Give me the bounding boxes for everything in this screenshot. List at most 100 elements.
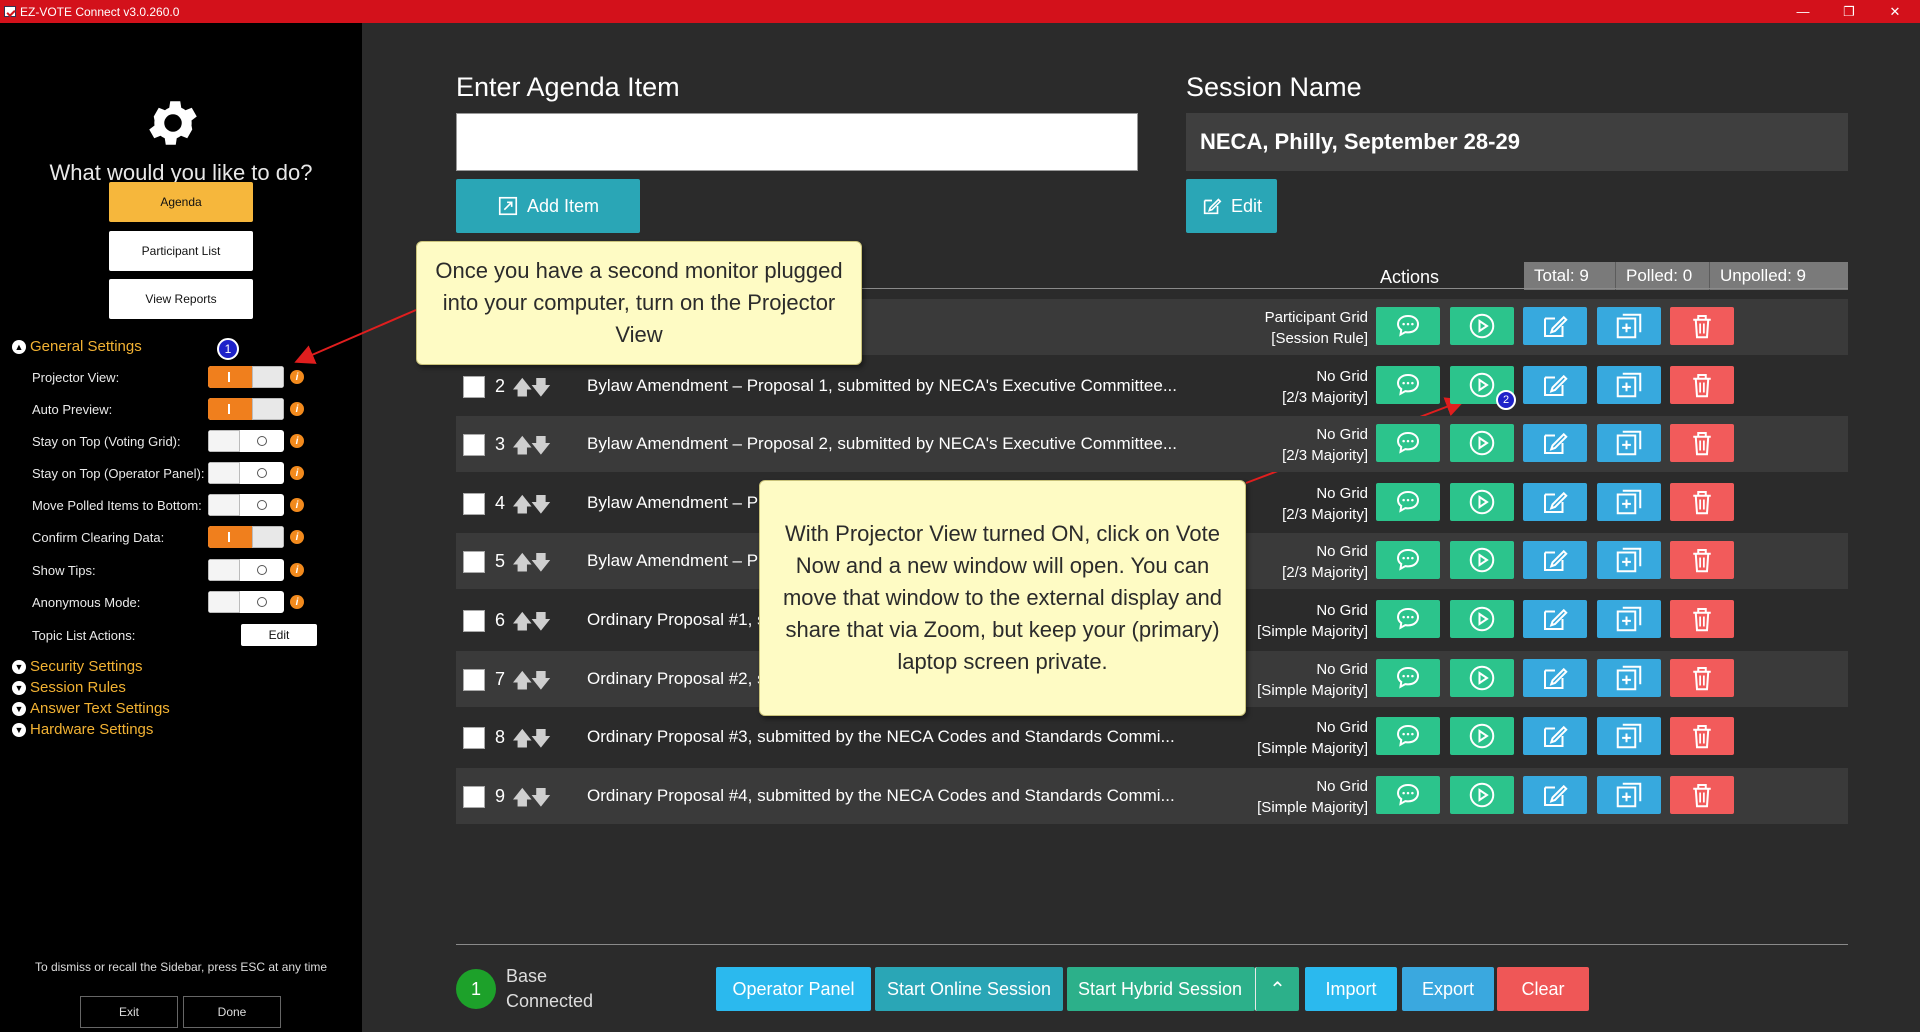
edit-item-button[interactable]	[1523, 717, 1587, 756]
info-icon[interactable]: i	[290, 434, 304, 448]
hardware-settings-toggle[interactable]: ▼ Hardware Settings	[12, 721, 153, 738]
sidebar-item-agenda[interactable]: Agenda	[109, 182, 253, 222]
reorder-arrows[interactable]: 🡅🡇	[512, 431, 552, 465]
vote-now-button[interactable]	[1450, 658, 1514, 697]
info-icon[interactable]: i	[290, 530, 304, 544]
delete-item-button[interactable]	[1670, 307, 1734, 345]
start-hybrid-session-button[interactable]: Start Hybrid Session	[1067, 967, 1255, 1011]
move-down-icon[interactable]: 🡇	[531, 377, 552, 399]
edit-item-button[interactable]	[1523, 775, 1587, 814]
duplicate-item-button[interactable]	[1597, 541, 1661, 580]
move-polled-toggle[interactable]	[208, 494, 284, 516]
import-button[interactable]: Import	[1305, 967, 1397, 1011]
export-button[interactable]: Export	[1402, 967, 1494, 1011]
operator-panel-button[interactable]: Operator Panel	[716, 967, 871, 1011]
message-button[interactable]	[1376, 307, 1440, 345]
delete-item-button[interactable]	[1670, 541, 1734, 580]
vote-now-button[interactable]	[1450, 717, 1514, 756]
done-button[interactable]: Done	[183, 996, 281, 1028]
message-button[interactable]	[1376, 424, 1440, 463]
sidebar-item-participant-list[interactable]: Participant List	[109, 231, 253, 271]
reorder-arrows[interactable]: 🡅🡇	[512, 724, 552, 758]
vote-now-button[interactable]	[1450, 307, 1514, 345]
move-up-icon[interactable]: 🡅	[512, 787, 533, 809]
row-checkbox[interactable]	[463, 375, 485, 398]
move-down-icon[interactable]: 🡇	[531, 611, 552, 633]
delete-item-button[interactable]	[1670, 658, 1734, 697]
message-button[interactable]	[1376, 600, 1440, 638]
delete-item-button[interactable]	[1670, 717, 1734, 756]
edit-item-button[interactable]	[1523, 307, 1587, 345]
vote-now-button[interactable]	[1450, 424, 1514, 463]
row-checkbox[interactable]	[463, 551, 485, 574]
message-button[interactable]	[1376, 717, 1440, 756]
row-checkbox[interactable]	[463, 785, 485, 808]
restore-button[interactable]: ❐	[1826, 0, 1872, 23]
duplicate-item-button[interactable]	[1597, 600, 1661, 638]
move-down-icon[interactable]: 🡇	[531, 728, 552, 750]
reorder-arrows[interactable]: 🡅🡇	[512, 666, 552, 700]
reorder-arrows[interactable]: 🡅🡇	[512, 490, 552, 524]
message-button[interactable]	[1376, 775, 1440, 814]
move-up-icon[interactable]: 🡅	[512, 494, 533, 516]
info-icon[interactable]: i	[290, 595, 304, 609]
move-down-icon[interactable]: 🡇	[531, 552, 552, 574]
vote-now-button[interactable]	[1450, 775, 1514, 814]
move-down-icon[interactable]: 🡇	[531, 787, 552, 809]
start-online-session-button[interactable]: Start Online Session	[875, 967, 1063, 1011]
move-down-icon[interactable]: 🡇	[531, 494, 552, 516]
anonymous-mode-toggle[interactable]	[208, 591, 284, 613]
table-row[interactable]: 9 🡅🡇 Ordinary Proposal #4, submitted by th…	[456, 767, 1848, 824]
move-down-icon[interactable]: 🡇	[531, 670, 552, 692]
edit-item-button[interactable]	[1523, 482, 1587, 521]
reorder-arrows[interactable]: 🡅🡇	[512, 548, 552, 582]
edit-item-button[interactable]	[1523, 365, 1587, 404]
info-icon[interactable]: i	[290, 370, 304, 384]
vote-now-button[interactable]	[1450, 541, 1514, 580]
move-up-icon[interactable]: 🡅	[512, 611, 533, 633]
reorder-arrows[interactable]: 🡅🡇	[512, 783, 552, 817]
info-icon[interactable]: i	[290, 563, 304, 577]
info-icon[interactable]: i	[290, 466, 304, 480]
vote-now-button[interactable]	[1450, 600, 1514, 638]
projector-view-toggle[interactable]	[208, 366, 284, 388]
info-icon[interactable]: i	[290, 498, 304, 512]
edit-item-button[interactable]	[1523, 424, 1587, 463]
move-down-icon[interactable]: 🡇	[531, 435, 552, 457]
info-icon[interactable]: i	[290, 402, 304, 416]
delete-item-button[interactable]	[1670, 424, 1734, 463]
table-row[interactable]: 2 🡅🡇 Bylaw Amendment – Proposal 1, submitt…	[456, 358, 1848, 414]
minimize-button[interactable]: —	[1780, 0, 1826, 23]
general-settings-toggle[interactable]: ▲ General Settings	[12, 338, 142, 355]
move-up-icon[interactable]: 🡅	[512, 377, 533, 399]
duplicate-item-button[interactable]	[1597, 365, 1661, 404]
move-up-icon[interactable]: 🡅	[512, 728, 533, 750]
add-item-button[interactable]: Add Item	[456, 179, 640, 233]
edit-item-button[interactable]	[1523, 541, 1587, 580]
delete-item-button[interactable]	[1670, 482, 1734, 521]
duplicate-item-button[interactable]	[1597, 658, 1661, 697]
delete-item-button[interactable]	[1670, 775, 1734, 814]
exit-button[interactable]: Exit	[80, 996, 178, 1028]
table-row[interactable]: 3 🡅🡇 Bylaw Amendment – Proposal 2, submitt…	[456, 416, 1848, 473]
row-checkbox[interactable]	[463, 434, 485, 457]
close-button[interactable]: ✕	[1872, 0, 1918, 23]
session-edit-button[interactable]: Edit	[1186, 179, 1277, 233]
message-button[interactable]	[1376, 658, 1440, 697]
duplicate-item-button[interactable]	[1597, 424, 1661, 463]
duplicate-item-button[interactable]	[1597, 307, 1661, 345]
reorder-arrows[interactable]: 🡅🡇	[512, 373, 552, 407]
duplicate-item-button[interactable]	[1597, 717, 1661, 756]
move-up-icon[interactable]: 🡅	[512, 670, 533, 692]
duplicate-item-button[interactable]	[1597, 482, 1661, 521]
security-settings-toggle[interactable]: ▼ Security Settings	[12, 658, 143, 675]
auto-preview-toggle[interactable]	[208, 398, 284, 420]
edit-item-button[interactable]	[1523, 600, 1587, 638]
move-up-icon[interactable]: 🡅	[512, 435, 533, 457]
show-tips-toggle[interactable]	[208, 559, 284, 581]
message-button[interactable]	[1376, 541, 1440, 580]
answer-text-settings-toggle[interactable]: ▼ Answer Text Settings	[12, 700, 170, 717]
table-row[interactable]: 8 🡅🡇 Ordinary Proposal #3, submitted by th…	[456, 709, 1848, 765]
reorder-arrows[interactable]: 🡅🡇	[512, 607, 552, 641]
stay-on-top-operator-toggle[interactable]	[208, 462, 284, 484]
